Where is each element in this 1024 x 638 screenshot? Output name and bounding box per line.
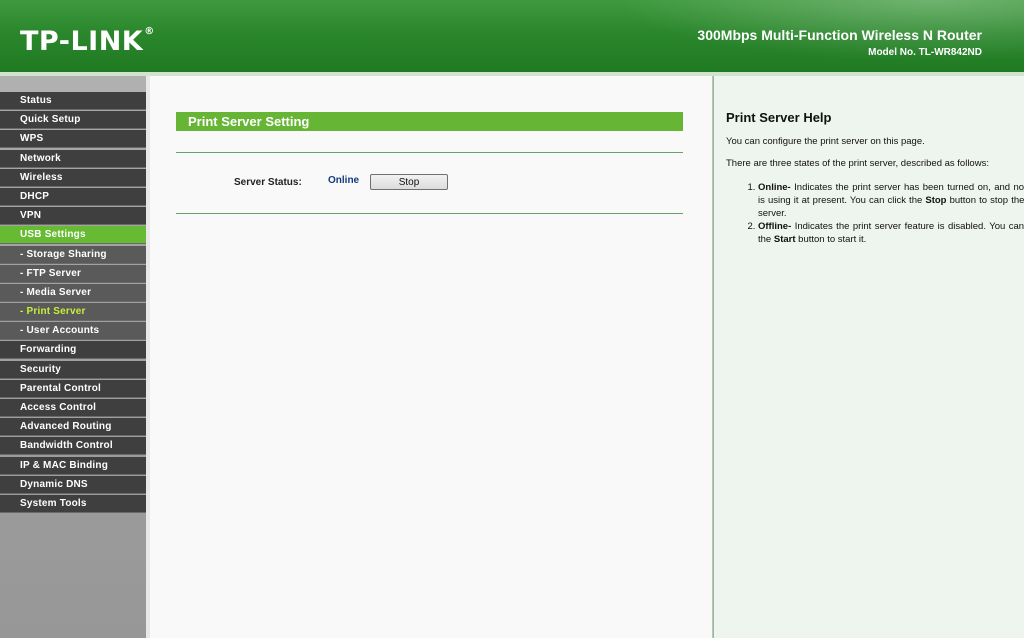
- help-states-intro: There are three states of the print serv…: [726, 158, 989, 169]
- help-states-list: Online- Indicates the print server has b…: [726, 181, 1024, 246]
- model-number: Model No. TL-WR842ND: [868, 47, 982, 58]
- tp-link-logo: TP-LINK®: [20, 26, 155, 57]
- help-intro: You can configure the print server on th…: [726, 136, 925, 147]
- sidebar-item-security[interactable]: Security: [0, 360, 146, 379]
- help-state-offline: Offline- Indicates the print server feat…: [758, 220, 1024, 246]
- help-panel: Print Server Help You can configure the …: [713, 76, 1024, 638]
- sidebar-item-dynamic-dns[interactable]: Dynamic DNS: [0, 475, 146, 494]
- sidebar-item-bandwidth-control[interactable]: Bandwidth Control: [0, 437, 146, 456]
- sidebar-item-parental-control[interactable]: Parental Control: [0, 379, 146, 398]
- stop-button[interactable]: Stop: [370, 174, 448, 190]
- sidebar-item-wireless[interactable]: Wireless: [0, 168, 146, 187]
- sidebar-item-media-server[interactable]: - Media Server: [0, 283, 146, 302]
- sidebar-item-ip-mac-binding[interactable]: IP & MAC Binding: [0, 456, 146, 475]
- sidebar-item-storage-sharing[interactable]: - Storage Sharing: [0, 245, 146, 264]
- top-divider: [176, 152, 683, 153]
- sidebar-item-advanced-routing[interactable]: Advanced Routing: [0, 418, 146, 437]
- page-title: Print Server Setting: [176, 112, 683, 131]
- bottom-divider: [176, 213, 683, 214]
- help-title: Print Server Help: [726, 110, 832, 125]
- sidebar-item-ftp-server[interactable]: - FTP Server: [0, 264, 146, 283]
- server-status-value: Online: [328, 175, 360, 186]
- help-state-online: Online- Indicates the print server has b…: [758, 181, 1024, 220]
- sidebar-item-system-tools[interactable]: System Tools: [0, 494, 146, 513]
- sidebar-item-usb-settings[interactable]: USB Settings: [0, 226, 146, 245]
- main-panel: Print Server Setting Server Status: Onli…: [150, 76, 713, 638]
- sidebar-item-wps[interactable]: WPS: [0, 130, 146, 149]
- sidebar-top-gap: [0, 76, 146, 92]
- sidebar-item-dhcp[interactable]: DHCP: [0, 187, 146, 206]
- sidebar-item-print-server[interactable]: - Print Server: [0, 303, 146, 322]
- sidebar-item-user-accounts[interactable]: - User Accounts: [0, 322, 146, 341]
- sidebar-item-quick-setup[interactable]: Quick Setup: [0, 111, 146, 130]
- header-banner: TP-LINK® 300Mbps Multi-Function Wireless…: [0, 0, 1024, 72]
- sidebar-item-forwarding[interactable]: Forwarding: [0, 341, 146, 360]
- sidebar-item-status[interactable]: Status: [0, 92, 146, 110]
- sidebar-menu: Status Quick Setup WPS Network Wireless …: [0, 76, 146, 638]
- sidebar-item-access-control[interactable]: Access Control: [0, 399, 146, 417]
- server-status-label: Server Status:: [234, 177, 302, 188]
- product-title: 300Mbps Multi-Function Wireless N Router: [697, 27, 982, 43]
- sidebar-item-vpn[interactable]: VPN: [0, 207, 146, 226]
- sidebar-item-network[interactable]: Network: [0, 149, 146, 168]
